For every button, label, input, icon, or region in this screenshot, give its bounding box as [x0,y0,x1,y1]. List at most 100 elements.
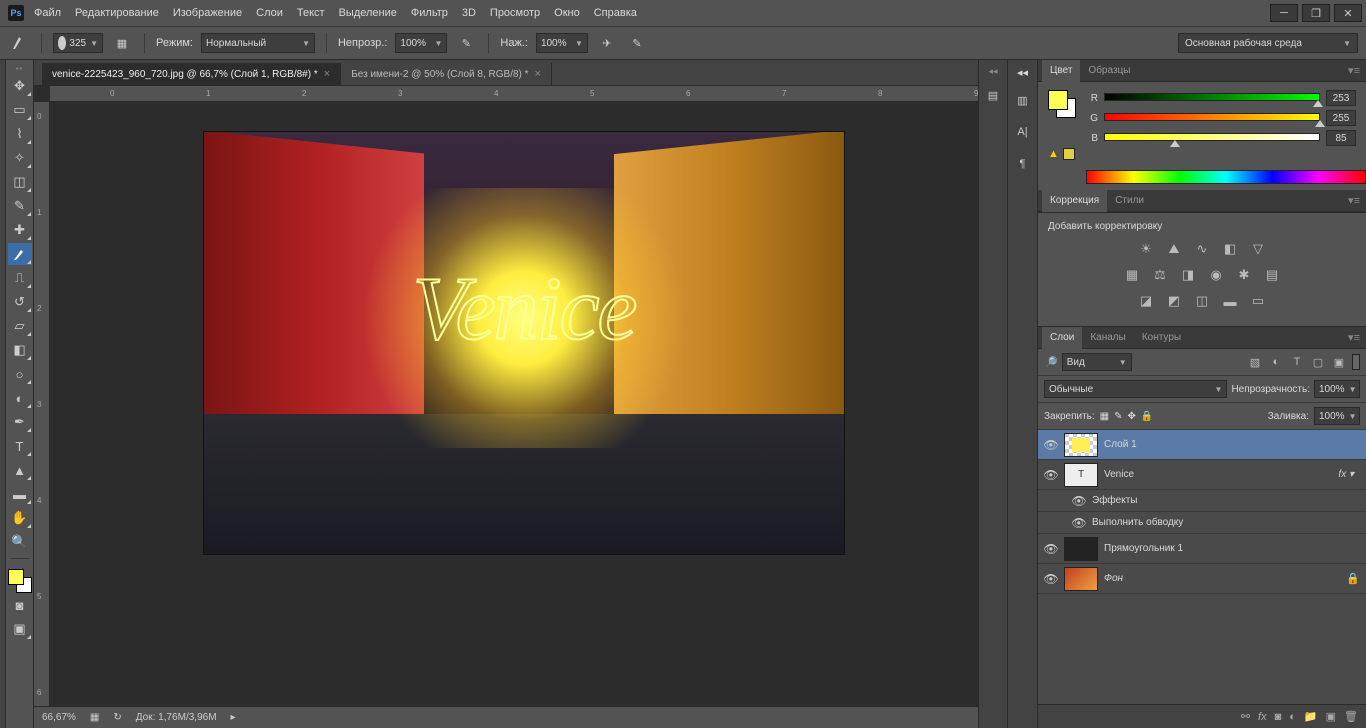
visibility-toggle[interactable]: 👁 [1038,542,1064,556]
tab-swatches[interactable]: Образцы [1080,60,1138,82]
character-panel-icon[interactable]: A| [1012,121,1034,143]
menu-text[interactable]: Текст [297,7,325,19]
search-icon[interactable]: 🔎 [1044,356,1058,369]
layer-blend-dropdown[interactable]: Обычные▼ [1044,380,1227,398]
pressure-size-icon[interactable]: ✎ [626,32,648,54]
type-tool[interactable]: T [8,435,32,457]
maximize-button[interactable]: ❐ [1302,4,1330,22]
r-value[interactable]: 253 [1326,90,1356,106]
brush-tool[interactable] [8,243,32,265]
layer-opacity-dropdown[interactable]: 100%▼ [1314,380,1360,398]
view-icon[interactable]: ▦ [90,712,99,723]
marquee-tool[interactable]: ▭ [8,99,32,121]
tab-color[interactable]: Цвет [1042,60,1080,82]
menu-window[interactable]: Окно [554,7,580,19]
path-select-tool[interactable]: ▲ [8,459,32,481]
exposure-icon[interactable]: ◧ [1220,240,1240,258]
trash-icon[interactable]: 🗑 [1344,710,1358,723]
color-swatches[interactable] [8,569,32,593]
color-spectrum[interactable] [1086,170,1366,184]
menu-file[interactable]: Файл [34,7,61,19]
filter-shape-icon[interactable]: ▢ [1310,354,1326,370]
tab-layers[interactable]: Слои [1042,327,1082,349]
brush-panel-toggle[interactable]: ▦ [111,32,133,54]
toolbox-handle[interactable]: •• [8,64,32,72]
paragraph-panel-icon[interactable]: ¶ [1012,153,1034,175]
threshold-icon[interactable]: ◫ [1192,292,1212,310]
lut-icon[interactable]: ▤ [1262,266,1282,284]
folder-icon[interactable]: 📁 [1304,710,1318,723]
new-layer-icon[interactable]: ▣ [1326,710,1336,723]
menu-edit[interactable]: Редактирование [75,7,159,19]
panel-menu-icon[interactable]: ▾≡ [1342,331,1366,344]
pen-tool[interactable]: ✒ [8,411,32,433]
close-icon[interactable]: × [535,68,541,80]
hand-tool[interactable]: ✋ [8,507,32,529]
menu-view[interactable]: Просмотр [490,7,540,19]
menu-3d[interactable]: 3D [462,7,476,19]
gradient-map-icon[interactable]: ▭ [1248,292,1268,310]
expand-dock-icon[interactable]: ◂◂ [988,66,997,76]
opacity-dropdown[interactable]: 100%▼ [395,33,447,53]
panel-menu-icon[interactable]: ▾≡ [1342,64,1366,77]
document-tab-1[interactable]: venice-2225423_960_720.jpg @ 66,7% (Слой… [42,63,341,85]
flow-dropdown[interactable]: 100%▼ [536,33,588,53]
g-value[interactable]: 255 [1326,110,1356,126]
zoom-level[interactable]: 66,67% [42,712,76,723]
current-tool-icon[interactable] [8,32,30,54]
panel-color-swatches[interactable] [1048,90,1076,118]
close-icon[interactable]: × [324,68,330,80]
link-layers-icon[interactable]: ⚯ [1241,710,1250,723]
layer-effect-item[interactable]: 👁Выполнить обводку [1038,512,1366,534]
quickmask-toggle[interactable]: ◙ [8,594,32,616]
eraser-tool[interactable]: ▱ [8,315,32,337]
minimize-button[interactable]: ─ [1270,4,1298,22]
lock-pixels-icon[interactable]: ▦ [1100,411,1109,422]
layer-filter-dropdown[interactable]: Вид▼ [1062,353,1132,371]
filter-adjust-icon[interactable]: ◐ [1268,354,1284,370]
filter-type-icon[interactable]: T [1289,354,1305,370]
filter-pixel-icon[interactable]: ▧ [1247,354,1263,370]
zoom-tool[interactable]: 🔍 [8,531,32,553]
workspace-switcher[interactable]: Основная рабочая среда▼ [1178,33,1358,53]
layer-fill-dropdown[interactable]: 100%▼ [1314,407,1360,425]
history-panel-icon[interactable]: ▤ [982,84,1004,106]
gamut-safe-color[interactable] [1063,148,1075,160]
visibility-toggle[interactable]: 👁 [1038,572,1064,586]
visibility-toggle[interactable]: 👁 [1066,494,1092,508]
gamut-warning-icon[interactable]: ▲ [1048,148,1059,160]
hue-icon[interactable]: ▦ [1122,266,1142,284]
lock-paint-icon[interactable]: ✎ [1114,411,1122,422]
expand-dock-icon[interactable]: ◂◂ [1017,66,1028,79]
fx-indicator[interactable]: fx ▾ [1338,469,1360,480]
blend-mode-dropdown[interactable]: Нормальный▼ [201,33,315,53]
brightness-icon[interactable]: ☀ [1136,240,1156,258]
layer-row[interactable]: 👁Фон🔒 [1038,564,1366,594]
menu-layers[interactable]: Слои [256,7,283,19]
filter-toggle[interactable] [1352,354,1360,370]
tab-paths[interactable]: Контуры [1134,327,1189,349]
close-button[interactable]: ✕ [1334,4,1362,22]
lock-all-icon[interactable]: 🔒 [1141,411,1153,422]
tab-adjustments[interactable]: Коррекция [1042,190,1107,212]
balance-icon[interactable]: ⚖ [1150,266,1170,284]
dodge-tool[interactable]: ◐ [8,387,32,409]
document-tab-2[interactable]: Без имени-2 @ 50% (Слой 8, RGB/8) * × [341,63,552,85]
visibility-toggle[interactable]: 👁 [1038,468,1064,482]
healing-tool[interactable]: ✚ [8,219,32,241]
lasso-tool[interactable]: ⌇ [8,123,32,145]
r-slider[interactable] [1104,93,1320,103]
visibility-toggle[interactable]: 👁 [1038,438,1064,452]
gradient-tool[interactable]: ◧ [8,339,32,361]
menu-help[interactable]: Справка [594,7,637,19]
filter-smart-icon[interactable]: ▣ [1331,354,1347,370]
tab-styles[interactable]: Стили [1107,190,1152,212]
rectangle-tool[interactable]: ▬ [8,483,32,505]
brush-preset-picker[interactable]: 325 ▼ [53,33,103,53]
eyedropper-tool[interactable]: ✎ [8,195,32,217]
ruler-horizontal[interactable]: 0123456789 [50,86,978,102]
panel-icon[interactable]: ▥ [1012,89,1034,111]
blur-tool[interactable]: ○ [8,363,32,385]
layer-row[interactable]: 👁Слой 1 [1038,430,1366,460]
photo-filter-icon[interactable]: ◉ [1206,266,1226,284]
